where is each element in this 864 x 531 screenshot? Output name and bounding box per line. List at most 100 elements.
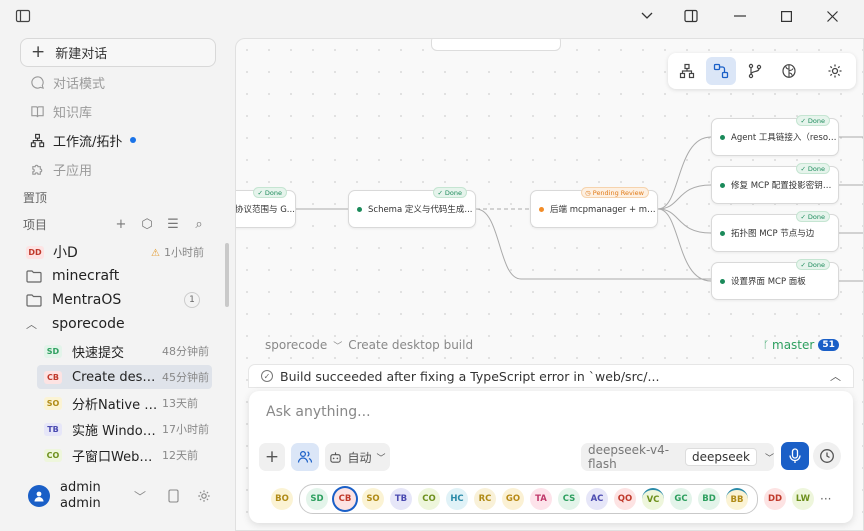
nav-sub-apps[interactable]: 子应用	[30, 158, 92, 180]
node-label: 设置界面 MCP 面板	[731, 277, 806, 287]
session-item[interactable]: CO 子窗口WebView 12天前	[37, 443, 212, 467]
chevron-up-icon[interactable]: ︿	[830, 368, 841, 384]
status-dot	[720, 134, 725, 140]
user-profile[interactable]: admin admin	[28, 480, 101, 512]
node-label: 协议范围与 G...	[235, 205, 295, 215]
session-time: 48分钟前	[162, 345, 209, 358]
agent-avatar[interactable]: VC	[642, 488, 664, 510]
project-item[interactable]: MentraOS 1	[26, 288, 214, 312]
minimize-icon[interactable]	[732, 8, 748, 24]
project-item-expanded[interactable]: ︿ sporecode	[26, 312, 214, 336]
status-dot	[720, 230, 725, 236]
chevron-down-icon[interactable]	[639, 8, 655, 24]
graph-node[interactable]: 修复 MCP 配置投影密钥泄... ✓ Done	[711, 163, 839, 204]
agent-avatar[interactable]: RC	[474, 488, 496, 510]
agent-avatar[interactable]: SD	[306, 488, 328, 510]
cube-icon[interactable]: ⬡	[140, 217, 154, 232]
branch-view-button[interactable]	[740, 57, 770, 85]
project-name: 小D	[53, 245, 78, 261]
agent-avatar[interactable]: HC	[446, 488, 468, 510]
agent-avatar[interactable]: TA	[530, 488, 552, 510]
breadcrumb-project[interactable]: sporecode	[265, 338, 327, 352]
agent-avatar[interactable]: AC	[586, 488, 608, 510]
agent-avatar-selected[interactable]: CB	[334, 488, 356, 510]
nav-knowledge-base[interactable]: 知识库	[30, 100, 92, 122]
agents-button[interactable]	[291, 443, 319, 471]
status-badge: ✓ Done	[796, 163, 830, 174]
project-item[interactable]: DD 小D ⚠ 1小时前	[26, 240, 214, 264]
maximize-icon[interactable]	[778, 8, 794, 24]
new-chat-button[interactable]: + 新建对话	[20, 38, 216, 67]
nav-label: 知识库	[53, 105, 93, 121]
graph-node[interactable]: 设置界面 MCP 面板 ✓ Done	[711, 259, 839, 300]
agent-avatar[interactable]: QO	[614, 488, 636, 510]
graph-node[interactable]: 协议范围与 G... ✓ Done	[235, 187, 296, 228]
agent-avatar[interactable]: CS	[558, 488, 580, 510]
add-project-icon[interactable]: +	[114, 217, 128, 232]
graph-node[interactable]: 拓扑图 MCP 节点与边 ✓ Done	[711, 211, 839, 252]
agent-avatar[interactable]: LW	[792, 488, 814, 510]
agent-list: BO SD CB SO TB CO HC RC GO TA CS AC QO V…	[271, 484, 831, 514]
phone-icon[interactable]	[168, 489, 179, 503]
git-branch-icon	[748, 63, 762, 79]
more-agents-button[interactable]: ···	[820, 492, 831, 506]
new-chat-label: 新建对话	[55, 47, 108, 62]
session-item-selected[interactable]: CB Create desktop build 45分钟前	[37, 365, 212, 389]
chevron-down-icon[interactable]: ﹀	[134, 488, 146, 505]
hierarchy-icon	[679, 63, 695, 79]
message-input[interactable]: Ask anything...	[266, 404, 371, 420]
chevron-down-icon[interactable]: ﹀	[333, 339, 342, 352]
status-message-bar[interactable]: ✓ Build succeeded after fixing a TypeScr…	[248, 364, 854, 388]
session-item[interactable]: SO 分析Native APIs 13天前	[37, 391, 212, 415]
robot-icon	[330, 451, 342, 463]
topology-canvas[interactable]: 协议范围与 G... ✓ Done Schema 定义与代码生成... ✓ Done…	[235, 38, 864, 531]
hierarchy-view-button[interactable]	[672, 57, 702, 85]
graph-node[interactable]: Agent 工具链接入（resol... ✓ Done	[711, 115, 839, 156]
session-badge: CB	[44, 370, 62, 384]
session-badge: SD	[44, 344, 62, 358]
panel-toggle-icon[interactable]	[683, 8, 699, 24]
flow-view-button[interactable]	[706, 57, 736, 85]
model-select[interactable]: deepseek-v4-flash deepseek ﹀	[581, 443, 774, 471]
agent-avatar[interactable]: DD	[764, 488, 786, 510]
session-item[interactable]: TB 实施 Windows 17小时前	[37, 417, 212, 441]
status-badge: ✓ Done	[796, 259, 830, 270]
agent-avatar[interactable]: BB	[726, 488, 748, 510]
list-icon[interactable]: ☰	[166, 217, 180, 232]
close-icon[interactable]	[824, 8, 840, 24]
brain-view-button[interactable]	[774, 57, 804, 85]
session-item[interactable]: SD 快速提交 48分钟前	[37, 339, 212, 363]
project-item[interactable]: minecraft	[26, 264, 214, 288]
voice-input-button[interactable]	[781, 442, 809, 470]
agent-avatar[interactable]: BO	[271, 488, 293, 510]
history-button[interactable]	[813, 442, 841, 470]
agent-avatar[interactable]: GO	[502, 488, 524, 510]
session-badge: CO	[44, 448, 62, 462]
status-badge: ✓ Done	[796, 211, 830, 222]
nav-label: 对话模式	[53, 76, 106, 92]
project-name: MentraOS	[52, 292, 122, 308]
nav-workflow-topology[interactable]: 工作流/拓扑	[30, 129, 137, 151]
settings-button[interactable]	[820, 57, 850, 85]
agent-avatar[interactable]: CO	[418, 488, 440, 510]
gear-icon[interactable]	[197, 489, 211, 503]
graph-node[interactable]: 后端 mcpmanager + mc... ◷ Pending Review	[530, 187, 658, 228]
graph-node[interactable]: Schema 定义与代码生成... ✓ Done	[348, 187, 476, 228]
sidebar-toggle-icon[interactable]	[15, 8, 31, 24]
agent-avatar[interactable]: BD	[698, 488, 720, 510]
session-title: Create desktop build	[72, 369, 160, 385]
nav-label: 工作流/拓扑	[53, 134, 123, 150]
agent-avatar[interactable]: TB	[390, 488, 412, 510]
git-branch-indicator[interactable]: ᚴ master 51	[763, 338, 839, 352]
node-label: 修复 MCP 配置投影密钥泄...	[731, 181, 838, 191]
add-attachment-button[interactable]: +	[259, 443, 285, 471]
sidebar-scrollbar[interactable]	[225, 243, 229, 307]
agent-avatar[interactable]: SO	[362, 488, 384, 510]
chevron-down-icon: ﹀	[764, 453, 774, 464]
search-icon[interactable]: ⌕	[192, 217, 206, 232]
check-circle-icon: ✓	[261, 370, 273, 382]
agent-avatar[interactable]: GC	[670, 488, 692, 510]
plus-icon: +	[31, 42, 46, 62]
nav-chat-mode[interactable]: 对话模式	[30, 71, 105, 93]
mode-select[interactable]: 自动 ﹀	[325, 443, 390, 471]
